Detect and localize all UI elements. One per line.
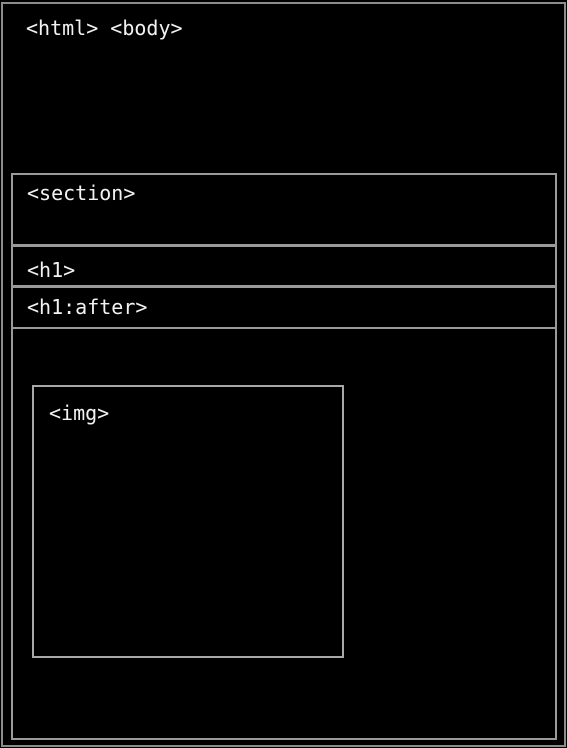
img-label: <img> bbox=[49, 401, 110, 425]
h1-after-label: <h1:after> bbox=[27, 295, 148, 319]
section-label: <section> bbox=[27, 181, 136, 205]
h1-label: <h1> bbox=[27, 258, 76, 282]
html-body-label: <html> <body> bbox=[26, 16, 183, 40]
img-box bbox=[32, 385, 344, 658]
h1-box bbox=[11, 245, 557, 287]
